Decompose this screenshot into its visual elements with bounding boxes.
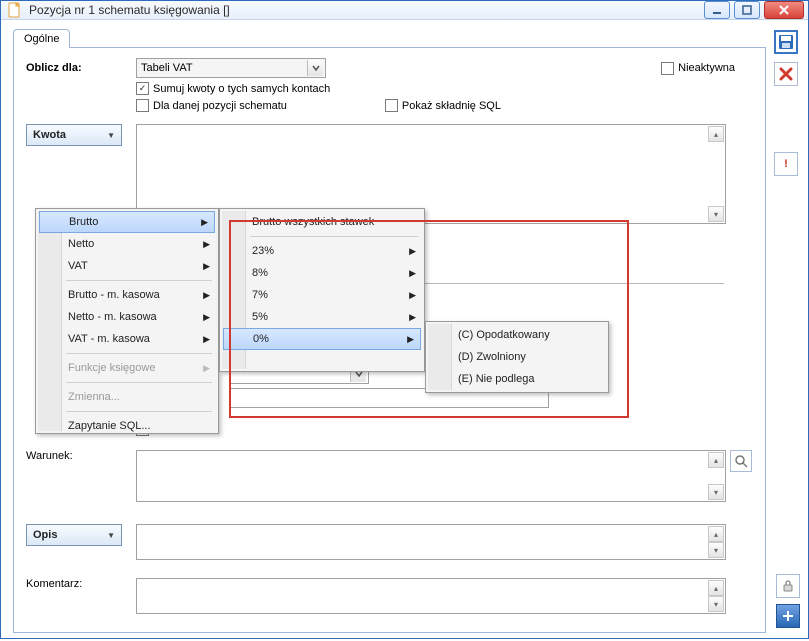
- scroll-down-icon[interactable]: ▾: [708, 596, 724, 612]
- window-title: Pozycja nr 1 schematu księgowania []: [29, 3, 704, 17]
- scroll-down-icon[interactable]: ▾: [708, 542, 724, 558]
- lock-button[interactable]: [776, 574, 800, 598]
- scroll-up-icon[interactable]: ▴: [708, 452, 724, 468]
- menu-item-netto-mk[interactable]: Netto - m. kasowa▶: [38, 306, 216, 328]
- tab-page-general: Oblicz dla: Tabeli VAT Nieaktywna: [13, 47, 766, 633]
- menu-item-vat-mk[interactable]: VAT - m. kasowa▶: [38, 328, 216, 350]
- opis-button-label: Opis: [33, 529, 57, 541]
- scroll-up-icon[interactable]: ▴: [708, 526, 724, 542]
- oblicz-dla-select[interactable]: Tabeli VAT: [136, 58, 326, 78]
- menu-item-vat[interactable]: VAT▶: [38, 255, 216, 277]
- minimize-button[interactable]: [704, 1, 730, 19]
- scroll-up-icon[interactable]: ▴: [708, 580, 724, 596]
- menu-item-funkcje[interactable]: Funkcje księgowe▶: [38, 357, 216, 379]
- chevron-down-icon: [307, 60, 323, 76]
- dla-danej-checkbox[interactable]: Dla danej pozycji schematu: [136, 99, 287, 112]
- warunek-wand-button[interactable]: [730, 450, 752, 472]
- oblicz-dla-value: Tabeli VAT: [141, 62, 307, 74]
- caret-down-icon: ▼: [107, 531, 115, 540]
- menu-item-rate-0[interactable]: 0%▶: [223, 328, 421, 350]
- app-icon: [7, 2, 23, 18]
- caret-down-icon: ▼: [107, 131, 115, 140]
- kwota-button-label: Kwota: [33, 129, 66, 141]
- menu-item-rate-8[interactable]: 8%▶: [222, 262, 422, 284]
- menu-item-c-opodatkowany[interactable]: (C) Opodatkowany: [428, 324, 606, 346]
- menu-item-e-nie-podlega[interactable]: (E) Nie podlega: [428, 368, 606, 390]
- opis-button[interactable]: Opis ▼: [26, 524, 122, 546]
- app-window: Pozycja nr 1 schematu księgowania [] Ogó…: [0, 0, 809, 639]
- nieaktywna-checkbox[interactable]: Nieaktywna: [661, 62, 735, 75]
- sumuj-checkbox[interactable]: Sumuj kwoty o tych samych kontach: [136, 82, 330, 95]
- right-toolbar: !: [772, 28, 800, 633]
- titlebar: Pozycja nr 1 schematu księgowania []: [1, 1, 808, 20]
- pokaz-sql-checkbox[interactable]: Pokaż składnię SQL: [385, 99, 501, 112]
- sumuj-label: Sumuj kwoty o tych samych kontach: [153, 83, 330, 95]
- menu-item-rate-5[interactable]: 5%▶: [222, 306, 422, 328]
- client-area: Ogólne Oblicz dla: Tabeli VAT Nieak: [1, 20, 808, 641]
- scroll-up-icon[interactable]: ▴: [708, 126, 724, 142]
- menu-item-rate-23[interactable]: 23%▶: [222, 240, 422, 262]
- menu-item-brutto-all[interactable]: Brutto wszystkich stawek: [222, 211, 422, 233]
- kwota-button[interactable]: Kwota ▼: [26, 124, 122, 146]
- opis-textarea[interactable]: ▴ ▾: [136, 524, 726, 560]
- komentarz-label: Komentarz:: [26, 578, 136, 590]
- warunek-textarea[interactable]: ▴ ▾: [136, 450, 726, 502]
- menu-item-zapytanie-sql[interactable]: Zapytanie SQL...: [38, 415, 216, 437]
- menu-item-zmienna[interactable]: Zmienna...: [38, 386, 216, 408]
- nieaktywna-label: Nieaktywna: [678, 62, 735, 74]
- scroll-down-icon[interactable]: ▾: [708, 206, 724, 222]
- window-buttons: [704, 1, 804, 19]
- menu-item-rate-7[interactable]: 7%▶: [222, 284, 422, 306]
- main-area: Ogólne Oblicz dla: Tabeli VAT Nieak: [13, 28, 766, 633]
- warunek-label: Warunek:: [26, 450, 136, 462]
- menu-item-netto[interactable]: Netto▶: [38, 233, 216, 255]
- close-button[interactable]: [764, 1, 804, 19]
- menu-item-brutto[interactable]: Brutto▶: [39, 211, 215, 233]
- oblicz-dla-label: Oblicz dla:: [26, 62, 136, 74]
- dla-danej-label: Dla danej pozycji schematu: [153, 100, 287, 112]
- menu-item-d-zwolniony[interactable]: (D) Zwolniony: [428, 346, 606, 368]
- komentarz-textarea[interactable]: ▴ ▾: [136, 578, 726, 614]
- cancel-button[interactable]: [774, 62, 798, 86]
- tab-general[interactable]: Ogólne: [13, 29, 70, 48]
- tab-strip: Ogólne: [13, 28, 766, 47]
- scroll-down-icon[interactable]: ▾: [708, 484, 724, 500]
- kwota-menu: Brutto▶ Netto▶ VAT▶ Brutto - m. kasowa▶ …: [35, 208, 219, 434]
- save-button[interactable]: [774, 30, 798, 54]
- alert-button[interactable]: !: [774, 152, 798, 176]
- zero-percent-submenu: (C) Opodatkowany (D) Zwolniony (E) Nie p…: [425, 321, 609, 393]
- apply-button[interactable]: [776, 604, 800, 628]
- menu-item-brutto-mk[interactable]: Brutto - m. kasowa▶: [38, 284, 216, 306]
- maximize-button[interactable]: [734, 1, 760, 19]
- pokaz-sql-label: Pokaż składnię SQL: [402, 100, 501, 112]
- brutto-submenu: Brutto wszystkich stawek 23%▶ 8%▶ 7%▶ 5%…: [219, 208, 425, 372]
